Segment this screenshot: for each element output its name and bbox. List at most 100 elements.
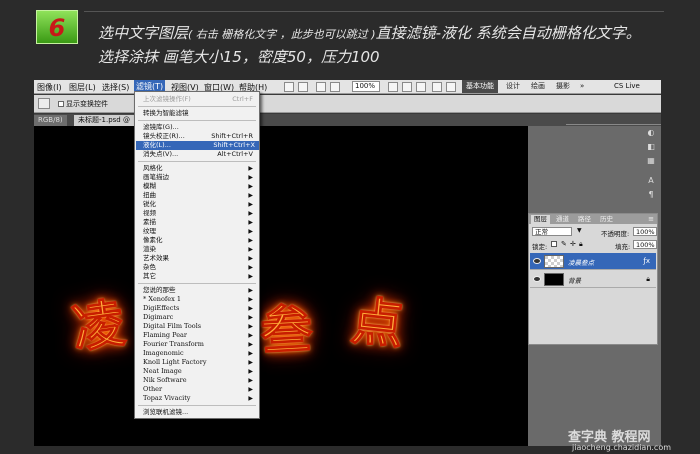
menu-item-flaming-pear[interactable]: Flaming Pear ▶ (143, 331, 257, 340)
tab-history[interactable]: 历史 (597, 215, 616, 224)
fill-input[interactable]: 100% (633, 240, 657, 249)
menu-item-digital-film-tools[interactable]: Digital Film Tools ▶ (143, 322, 257, 331)
submenu-arrow-icon: ▶ (248, 174, 253, 181)
tab-layers[interactable]: 图层 (531, 215, 550, 224)
arrange-icon[interactable] (432, 82, 442, 92)
menu-item-other-group[interactable]: 其它 ▶ (143, 272, 257, 281)
lock-position-icon[interactable]: ✛ (570, 240, 576, 248)
instruction-1a: 选中文字图层 (98, 24, 189, 42)
lock-transparency-icon[interactable] (551, 241, 557, 247)
document-canvas[interactable]: 凌 晨 叁 点 (34, 126, 528, 446)
menu-item-topaz-vivacity[interactable]: Topaz Vivacity ▶ (143, 394, 257, 403)
cs-live-button[interactable]: CS Live (614, 82, 640, 90)
tab-channels[interactable]: 通道 (553, 215, 572, 224)
layer-row-text[interactable]: 凌晨叁点 ƒx (530, 253, 656, 270)
menu-item-vanishing-point[interactable]: 消失点(V)... Alt+Ctrl+V (143, 150, 257, 159)
workspace-painting[interactable]: 绘画 (527, 80, 549, 93)
lock-image-icon[interactable]: ✎ (561, 240, 567, 248)
menu-image[interactable]: 图像(I) (37, 82, 62, 93)
show-transform-label: 显示变换控件 (66, 100, 108, 108)
menu-item-pixelate[interactable]: 像素化 ▶ (143, 236, 257, 245)
eye-icon[interactable] (533, 276, 541, 282)
blur-label: 模糊 (143, 182, 156, 190)
menu-item-lens-correction[interactable]: 镜头校正(R)... Shift+Ctrl+R (143, 132, 257, 141)
menu-item-blur[interactable]: 模糊 ▶ (143, 182, 257, 191)
menu-item-filter-gallery[interactable]: 滤镜库(G)... (143, 123, 257, 132)
character-panel-icon[interactable]: A (646, 176, 656, 186)
distort-label: 扭曲 (143, 191, 156, 199)
screen-mode-icon[interactable] (446, 82, 456, 92)
tab-previous-document[interactable]: RGB/8) (34, 115, 67, 126)
adjustments-panel-icon[interactable]: ◧ (646, 142, 656, 152)
guides-icon[interactable] (316, 82, 326, 92)
menu-item-xenofex[interactable]: * Xenofex 1 ▶ (143, 295, 257, 304)
submenu-arrow-icon: ▶ (248, 305, 253, 312)
menu-item-nik-software[interactable]: Nik Software ▶ (143, 376, 257, 385)
panel-menu-icon[interactable]: ≡ (648, 215, 654, 223)
menu-item-artistic[interactable]: 艺术效果 ▶ (143, 254, 257, 263)
menu-item-plugin-1[interactable]: 您说的那些 ▶ (143, 286, 257, 295)
bridge-icon[interactable] (284, 82, 294, 92)
menu-item-liquify[interactable]: 液化(L)... Shift+Ctrl+X (136, 141, 259, 150)
menu-select[interactable]: 选择(S) (102, 82, 129, 93)
collapsed-panel-icons: ◐ ◧ ▦ A ¶ (646, 128, 658, 208)
lock-icon: 🔒︎ (646, 275, 650, 283)
menu-item-distort[interactable]: 扭曲 ▶ (143, 191, 257, 200)
grid-icon[interactable] (330, 82, 340, 92)
other-label: Other (143, 385, 163, 393)
tool-preset-icon[interactable] (38, 98, 50, 109)
workspace-essentials[interactable]: 基本功能 (462, 80, 498, 93)
menu-item-fourier-transform[interactable]: Fourier Transform ▶ (143, 340, 257, 349)
menu-item-stylize[interactable]: 风格化 ▶ (143, 164, 257, 173)
artistic-label: 艺术效果 (143, 254, 169, 262)
color-panel-icon[interactable]: ◐ (646, 128, 656, 138)
menu-layer[interactable]: 图层(L) (69, 82, 96, 93)
sharpen-label: 锐化 (143, 200, 156, 208)
tab-paths[interactable]: 路径 (575, 215, 594, 224)
noise-label: 杂色 (143, 263, 156, 271)
submenu-arrow-icon: ▶ (248, 287, 253, 294)
opacity-label: 不透明度: (601, 230, 630, 238)
brush-strokes-label: 画笔描边 (143, 173, 169, 181)
menu-item-noise[interactable]: 杂色 ▶ (143, 263, 257, 272)
menu-item-digimarc[interactable]: Digimarc ▶ (143, 313, 257, 322)
workspace-design[interactable]: 设计 (502, 80, 524, 93)
eye-icon[interactable] (533, 258, 541, 264)
opacity-input[interactable]: 100% (633, 227, 657, 236)
menu-item-render[interactable]: 渲染 ▶ (143, 245, 257, 254)
menu-item-browse-online[interactable]: 浏览联机滤镜... (143, 408, 257, 417)
menu-item-video[interactable]: 视频 ▶ (143, 209, 257, 218)
liquify-shortcut: Shift+Ctrl+X (213, 141, 255, 149)
hand-tool-icon[interactable] (388, 82, 398, 92)
lock-label: 锁定: (532, 243, 548, 251)
menu-item-texture[interactable]: 纹理 ▶ (143, 227, 257, 236)
paragraph-panel-icon[interactable]: ¶ (646, 190, 656, 200)
blend-mode-select[interactable]: 正常 (532, 227, 572, 236)
menu-item-brush-strokes[interactable]: 画笔描边 ▶ (143, 173, 257, 182)
instruction-1-note: ( 右击 栅格化文字 ，此步也可以跳过 ) (188, 28, 376, 41)
menu-item-knoll-light-factory[interactable]: Knoll Light Factory ▶ (143, 358, 257, 367)
rotate-view-icon[interactable] (416, 82, 426, 92)
minibridge-icon[interactable] (298, 82, 308, 92)
zoom-tool-icon[interactable] (402, 82, 412, 92)
menu-item-smart-filter[interactable]: 转换为智能滤镜 (143, 109, 257, 118)
step-number-badge: 6 (36, 10, 78, 44)
menu-item-other[interactable]: Other ▶ (143, 385, 257, 394)
menu-separator (138, 283, 256, 284)
submenu-arrow-icon: ▶ (248, 296, 253, 303)
submenu-arrow-icon: ▶ (248, 255, 253, 262)
show-transform-checkbox[interactable] (58, 101, 64, 107)
workspace-photography[interactable]: 摄影 (552, 80, 574, 93)
layer-row-background[interactable]: 背景 🔒︎ (530, 271, 656, 288)
lock-all-icon[interactable]: 🔒︎ (579, 240, 583, 249)
styles-panel-icon[interactable]: ▦ (646, 156, 656, 166)
chevron-down-icon[interactable]: ▼ (577, 227, 582, 234)
more-workspaces-icon[interactable]: » (580, 82, 584, 90)
zoom-level[interactable]: 100% (352, 81, 380, 92)
menu-item-digieffects[interactable]: DigiEffects ▶ (143, 304, 257, 313)
menu-item-sharpen[interactable]: 锐化 ▶ (143, 200, 257, 209)
menu-item-neat-image[interactable]: Neat Image ▶ (143, 367, 257, 376)
menu-item-sketch[interactable]: 素描 ▶ (143, 218, 257, 227)
submenu-arrow-icon: ▶ (248, 395, 253, 402)
menu-item-imagenomic[interactable]: Imagenomic ▶ (143, 349, 257, 358)
